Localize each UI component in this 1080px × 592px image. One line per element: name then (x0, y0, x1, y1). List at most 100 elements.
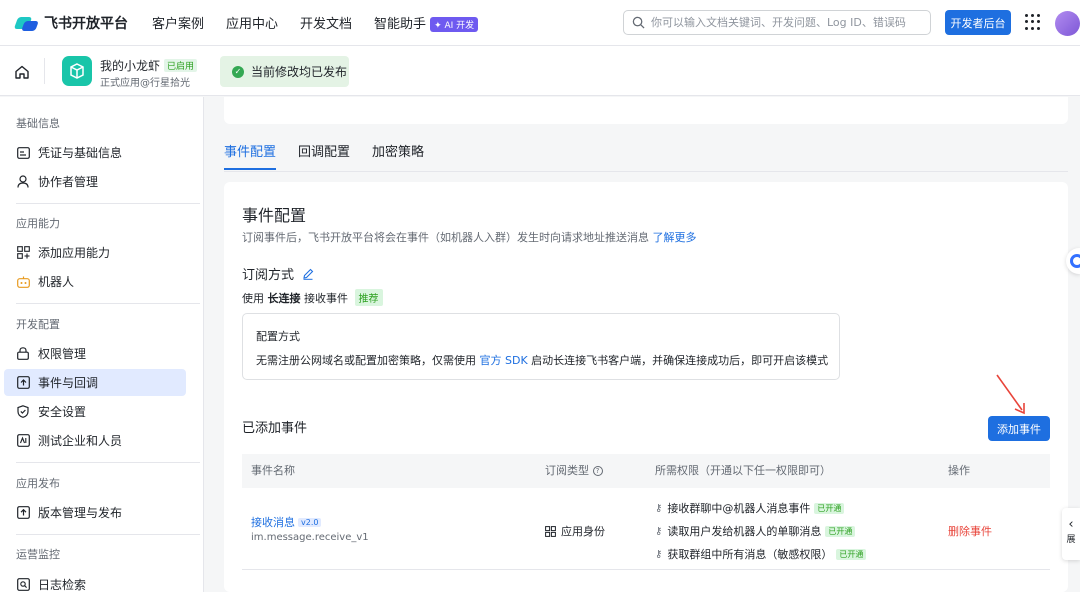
sidebar-item-label: 测试企业和人员 (38, 434, 123, 448)
event-name[interactable]: 接收消息 v2.0 (251, 514, 322, 530)
brand-name: 飞书开放平台 (44, 15, 128, 32)
sidebar-divider (16, 462, 200, 463)
expand-side-panel[interactable]: ‹ 展 (1062, 508, 1080, 560)
permission-status-badge: 已开通 (836, 548, 867, 560)
nav-link-cases[interactable]: 客户案例 (152, 13, 204, 32)
apps-grid-icon[interactable] (1025, 14, 1041, 30)
add-event-button[interactable]: 添加事件 (988, 416, 1050, 441)
feishu-logo-icon (13, 13, 39, 33)
permission-label: 接收群聊中@机器人消息事件 (667, 502, 811, 515)
sidebar-item-label: 日志检索 (38, 578, 87, 592)
section-title: 事件配置 (242, 206, 307, 225)
column-header: 所需权限（开通以下任一权限即可） (655, 464, 831, 477)
config-method-title: 配置方式 (256, 330, 300, 343)
annotation-arrow-icon (996, 374, 1025, 415)
sidebar-divider (16, 203, 200, 204)
sidebar-item-credentials[interactable]: 凭证与基础信息 (4, 139, 186, 166)
robot-icon (16, 275, 30, 289)
sidebar-item-permissions[interactable]: 权限管理 (4, 340, 186, 367)
subscription-type-text: 应用身份 (561, 525, 605, 538)
permission-label: 获取群组中所有消息（敏感权限） (667, 548, 833, 561)
app-status-badge: 已启用 (164, 59, 198, 72)
config-method-desc: 无需注册公网域名或配置加密策略，仅需使用 官方 SDK 启动长连接飞书客户端，并… (256, 352, 828, 368)
key-icon: ⚷ (655, 525, 663, 537)
sidebar-item-add-capability[interactable]: 添加应用能力 (4, 239, 186, 266)
sidebar-item-test-tenants[interactable]: 测试企业和人员 (4, 427, 186, 454)
sidebar-item-label: 机器人 (38, 275, 75, 289)
divider (44, 58, 45, 84)
sidebar-item-versions[interactable]: 版本管理与发布 (4, 499, 186, 526)
sidebar-item-robot[interactable]: 机器人 (4, 268, 186, 295)
column-header: 事件名称 (251, 464, 295, 477)
official-sdk-link[interactable]: 官方 SDK (480, 354, 528, 367)
sidebar-item-label: 协作者管理 (38, 175, 99, 189)
sidebar-divider (16, 534, 200, 535)
permission-item: ⚷ 接收群聊中@机器人消息事件 已开通 (655, 500, 845, 516)
help-circle-icon[interactable]: ? (592, 466, 603, 476)
search-log-icon (16, 578, 30, 592)
upload-icon (16, 506, 30, 520)
user-icon (16, 175, 30, 189)
floating-assistant-button[interactable] (1066, 248, 1080, 274)
ai-badge: ✦ AI 开发 (430, 17, 479, 32)
permission-item: ⚷ 获取群组中所有消息（敏感权限） 已开通 (655, 546, 867, 562)
added-events-title: 已添加事件 (242, 421, 308, 436)
config-method-box: 配置方式 无需注册公网域名或配置加密策略，仅需使用 官方 SDK 启动长连接飞书… (242, 313, 840, 380)
search-input[interactable] (651, 16, 930, 29)
column-header: 订阅类型 (545, 464, 589, 477)
tab-callback-config[interactable]: 回调配置 (298, 140, 350, 170)
section-description: 订阅事件后，飞书开放平台将会在事件（如机器人入群）发生时向请求地址推送消息 了解… (242, 229, 697, 245)
nav-link-app-center[interactable]: 应用中心 (226, 13, 278, 32)
events-table-header: 事件名称 订阅类型 ? 所需权限（开通以下任一权限即可） 操作 (242, 454, 1050, 488)
subscription-method-title: 订阅方式 (242, 268, 295, 283)
sidebar-item-label: 事件与回调 (38, 376, 99, 390)
sidebar-item-collaborators[interactable]: 协作者管理 (4, 168, 186, 195)
sub-prefix: 使用 (242, 292, 264, 305)
recommend-badge: 推荐 (354, 289, 383, 306)
lock-icon (16, 347, 30, 361)
sidebar-item-security[interactable]: 安全设置 (4, 398, 186, 425)
config-desc-part2: 启动长连接飞书客户端，并确保连接成功后，即可开启该模式 (531, 354, 829, 367)
sidebar-group-monitoring: 运营监控 (16, 548, 60, 561)
section-description-text: 订阅事件后，飞书开放平台将会在事件（如机器人入群）发生时向请求地址推送消息 (242, 231, 649, 244)
subscription-method-line: 使用 长连接 接收事件 推荐 (242, 289, 383, 306)
search-box[interactable] (623, 10, 931, 35)
previous-card (224, 97, 1068, 124)
app-subtitle: 正式应用@行星拾光 (100, 78, 190, 89)
avatar[interactable] (1055, 11, 1080, 36)
sidebar-group-release: 应用发布 (16, 477, 60, 490)
top-nav: 飞书开放平台 客户案例 应用中心 开发文档 智能助手✦ AI 开发 开发者后台 (0, 0, 1080, 46)
key-icon: ⚷ (655, 548, 663, 560)
config-desc-part1: 无需注册公网域名或配置加密策略，仅需使用 (256, 354, 476, 367)
home-icon[interactable] (14, 64, 30, 80)
sidebar-item-label: 版本管理与发布 (38, 506, 123, 520)
subscription-type: 应用身份 (545, 523, 605, 539)
grid-add-icon (16, 246, 30, 260)
sidebar-item-logs[interactable]: 日志检索 (4, 571, 186, 592)
sidebar-item-label: 安全设置 (38, 405, 87, 419)
dev-console-button[interactable]: 开发者后台 (945, 10, 1011, 35)
learn-more-link[interactable]: 了解更多 (653, 231, 697, 244)
sidebar-group-dev-config: 开发配置 (16, 318, 60, 331)
sidebar-group-basic: 基础信息 (16, 117, 60, 130)
tab-encryption[interactable]: 加密策略 (372, 140, 424, 170)
edit-icon[interactable] (302, 268, 314, 280)
sidebar-item-events[interactable]: 事件与回调 (4, 369, 186, 396)
publish-status-banner: ✓ 当前修改均已发布 (220, 56, 349, 87)
test-icon (16, 434, 30, 448)
chevron-left-icon: ‹ (1068, 517, 1074, 532)
delete-event-button[interactable]: 删除事件 (948, 523, 992, 539)
app-identity-icon (545, 525, 556, 537)
brand-logo[interactable]: 飞书开放平台 (13, 13, 140, 33)
permission-status-badge: 已开通 (814, 502, 845, 514)
table-row: 接收消息 v2.0 im.message.receive_v1 应用身份 ⚷ 接收… (242, 488, 1050, 570)
nav-link-docs[interactable]: 开发文档 (300, 13, 352, 32)
sub-suffix: 接收事件 (304, 292, 348, 305)
tab-event-config[interactable]: 事件配置 (224, 140, 277, 170)
column-header-sub-type: 订阅类型 ? (545, 454, 603, 488)
check-circle-icon: ✓ (232, 65, 244, 78)
nav-link-assistant[interactable]: 智能助手 ✦ AI 开发 (374, 13, 479, 32)
app-name-text: 我的小龙虾 (100, 59, 161, 73)
event-config-card: 事件配置 订阅事件后，飞书开放平台将会在事件（如机器人入群）发生时向请求地址推送… (224, 182, 1068, 592)
permission-item: ⚷ 读取用户发给机器人的单聊消息 已开通 (655, 523, 856, 539)
